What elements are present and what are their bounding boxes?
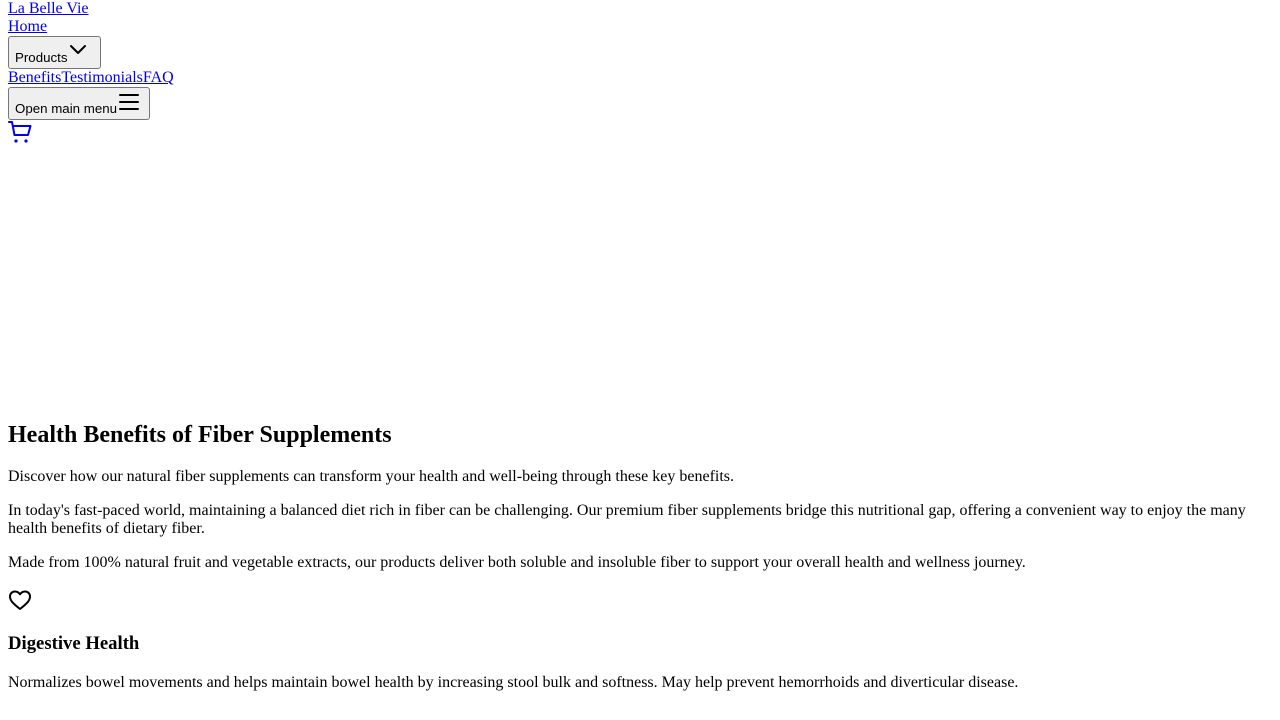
benefit-description: Normalizes bowel movements and helps mai… bbox=[8, 674, 1019, 691]
shopping-cart-icon bbox=[8, 120, 32, 144]
open-main-menu-button[interactable]: Open main menu bbox=[8, 87, 150, 120]
chevron-down-icon bbox=[67, 40, 88, 67]
products-button-label: Products bbox=[15, 50, 68, 65]
benefit-card: Digestive Health Normalizes bowel moveme… bbox=[8, 588, 1272, 692]
heart-icon bbox=[8, 588, 1272, 612]
benefit-title: Digestive Health bbox=[8, 633, 140, 654]
brand-link[interactable]: La Belle Vie bbox=[8, 0, 89, 17]
benefits-section: Health Benefits of Fiber Supplements Dis… bbox=[8, 421, 1272, 692]
section-title: Health Benefits of Fiber Supplements bbox=[8, 422, 392, 448]
section-paragraph-1: In today's fast-paced world, maintaining… bbox=[8, 502, 1246, 537]
hamburger-menu-icon bbox=[117, 93, 140, 118]
section-links: BenefitsTestimonialsFAQ bbox=[8, 69, 1272, 87]
nav-link-benefits[interactable]: Benefits bbox=[8, 69, 61, 86]
main-navigation: La Belle Vie Home Products BenefitsTesti… bbox=[8, 0, 1272, 149]
section-intro: Discover how our natural fiber supplemen… bbox=[8, 468, 735, 485]
nav-link-home[interactable]: Home bbox=[8, 18, 47, 35]
cart-link[interactable] bbox=[8, 120, 32, 144]
section-paragraph-2: Made from 100% natural fruit and vegetab… bbox=[8, 554, 1026, 571]
hero-spacer bbox=[8, 149, 1272, 421]
nav-link-testimonials[interactable]: Testimonials bbox=[61, 69, 143, 86]
nav-link-faq[interactable]: FAQ bbox=[143, 69, 174, 86]
products-dropdown-button[interactable]: Products bbox=[8, 36, 101, 69]
menu-button-label: Open main menu bbox=[15, 101, 117, 116]
page: La Belle Vie Home Products BenefitsTesti… bbox=[0, 0, 1280, 720]
